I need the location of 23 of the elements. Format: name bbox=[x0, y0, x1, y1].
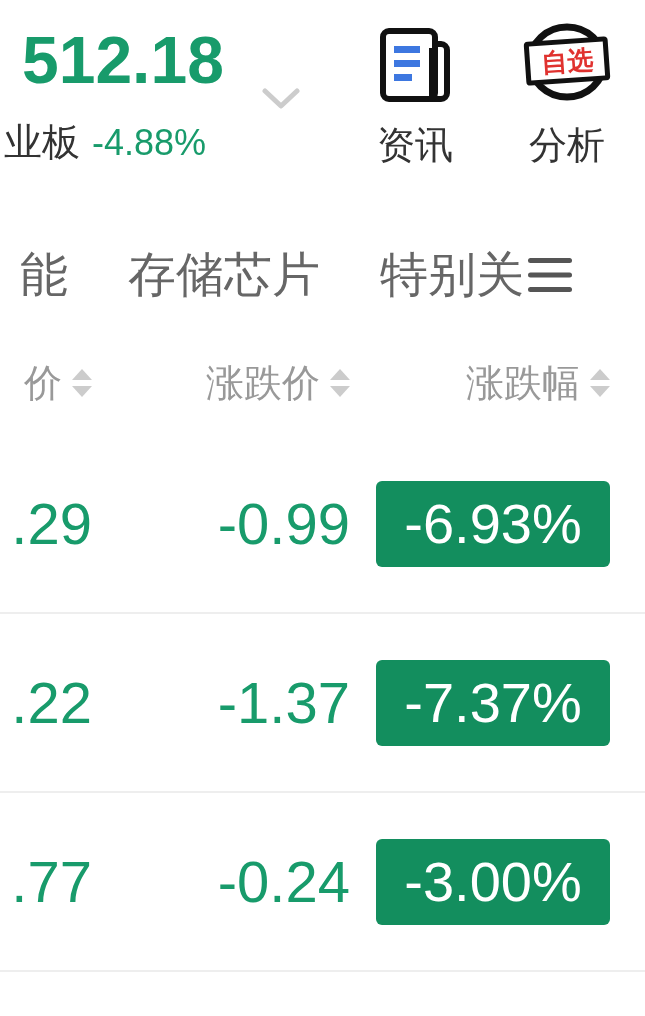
sort-icon bbox=[590, 369, 610, 397]
news-button[interactable]: 资讯 bbox=[377, 22, 453, 168]
category-tab[interactable]: 存储芯片 bbox=[128, 246, 320, 304]
price-cell: .29 bbox=[11, 490, 92, 557]
percent-badge: -6.93% bbox=[376, 480, 610, 567]
percent-badge: -3.00% bbox=[376, 838, 610, 925]
sort-icon bbox=[72, 369, 92, 397]
analysis-button[interactable]: 自选 分析 bbox=[523, 22, 611, 168]
change-cell: -0.99 bbox=[217, 490, 350, 557]
menu-icon[interactable] bbox=[526, 257, 574, 293]
watchlist-tag: 自选 bbox=[523, 36, 611, 86]
change-cell: -1.37 bbox=[217, 669, 350, 736]
price-cell: .77 bbox=[11, 848, 92, 915]
index-name: 业板 bbox=[4, 120, 80, 165]
percent-badge: -7.37% bbox=[376, 659, 610, 746]
sort-icon bbox=[330, 369, 350, 397]
index-change: -4.88% bbox=[92, 121, 207, 165]
category-tab[interactable]: 特别关 bbox=[380, 246, 524, 304]
newspaper-icon bbox=[380, 28, 450, 102]
change-cell: -0.24 bbox=[217, 848, 350, 915]
category-tab[interactable]: 能 bbox=[20, 246, 68, 304]
index-value: 512.18 bbox=[21, 22, 225, 98]
price-cell: .22 bbox=[11, 669, 92, 736]
